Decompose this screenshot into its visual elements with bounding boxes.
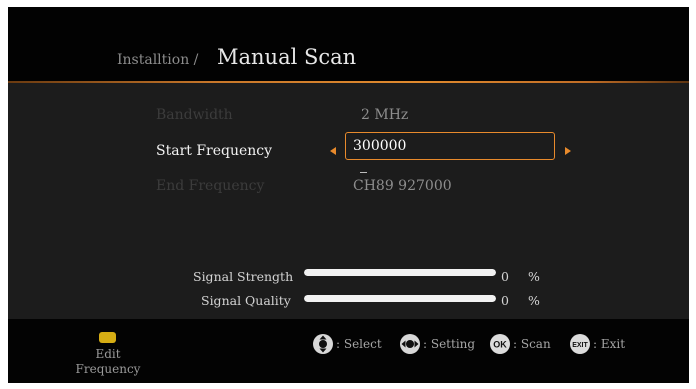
signal-quality-value: 0 (501, 293, 509, 308)
bandwidth-label: Bandwidth (156, 107, 233, 123)
end-frequency-value: CH89 927000 (353, 178, 452, 194)
edit-cursor (360, 172, 367, 173)
start-frequency-input[interactable]: 300000 (345, 132, 555, 160)
page-title: Manual Scan (217, 45, 357, 69)
edit-hint-line1: Edit (95, 347, 121, 361)
start-frequency-label: Start Frequency (156, 143, 273, 159)
settings-panel (8, 83, 689, 319)
signal-strength-value: 0 (501, 269, 509, 284)
select-hint: : Select (336, 337, 382, 351)
ok-key-icon: OK (490, 334, 510, 354)
signal-strength-fill (304, 269, 496, 276)
edit-frequency-hint: Edit Frequency (68, 347, 148, 377)
setting-hint: : Setting (423, 337, 476, 351)
up-down-icon (313, 334, 333, 354)
signal-quality-label: Signal Quality (201, 293, 291, 308)
start-frequency-value: 300000 (353, 138, 407, 154)
header-bar (8, 7, 689, 81)
signal-strength-bar (304, 269, 496, 276)
breadcrumb[interactable]: Installtion / (117, 52, 198, 68)
increase-arrow-icon[interactable] (565, 147, 571, 155)
signal-strength-label: Signal Strength (193, 269, 294, 284)
exit-key-icon: EXIT (570, 334, 590, 354)
signal-quality-unit: % (528, 293, 540, 308)
yellow-key-icon[interactable] (99, 332, 116, 343)
scan-hint: : Scan (513, 337, 551, 351)
decrease-arrow-icon[interactable] (330, 147, 336, 155)
end-frequency-label: End Frequency (156, 178, 265, 194)
ok-key-label: OK (493, 340, 507, 350)
signal-quality-bar (304, 295, 496, 302)
signal-quality-fill (304, 295, 496, 302)
exit-key-label: EXIT (572, 342, 588, 349)
edit-hint-line2: Frequency (75, 362, 141, 376)
bandwidth-value: 2 MHz (361, 107, 409, 123)
exit-hint: : Exit (593, 337, 626, 351)
tv-screen: Installtion / Manual Scan Bandwidth 2 MH… (8, 7, 689, 383)
left-right-icon (400, 334, 420, 354)
signal-strength-unit: % (528, 269, 540, 284)
